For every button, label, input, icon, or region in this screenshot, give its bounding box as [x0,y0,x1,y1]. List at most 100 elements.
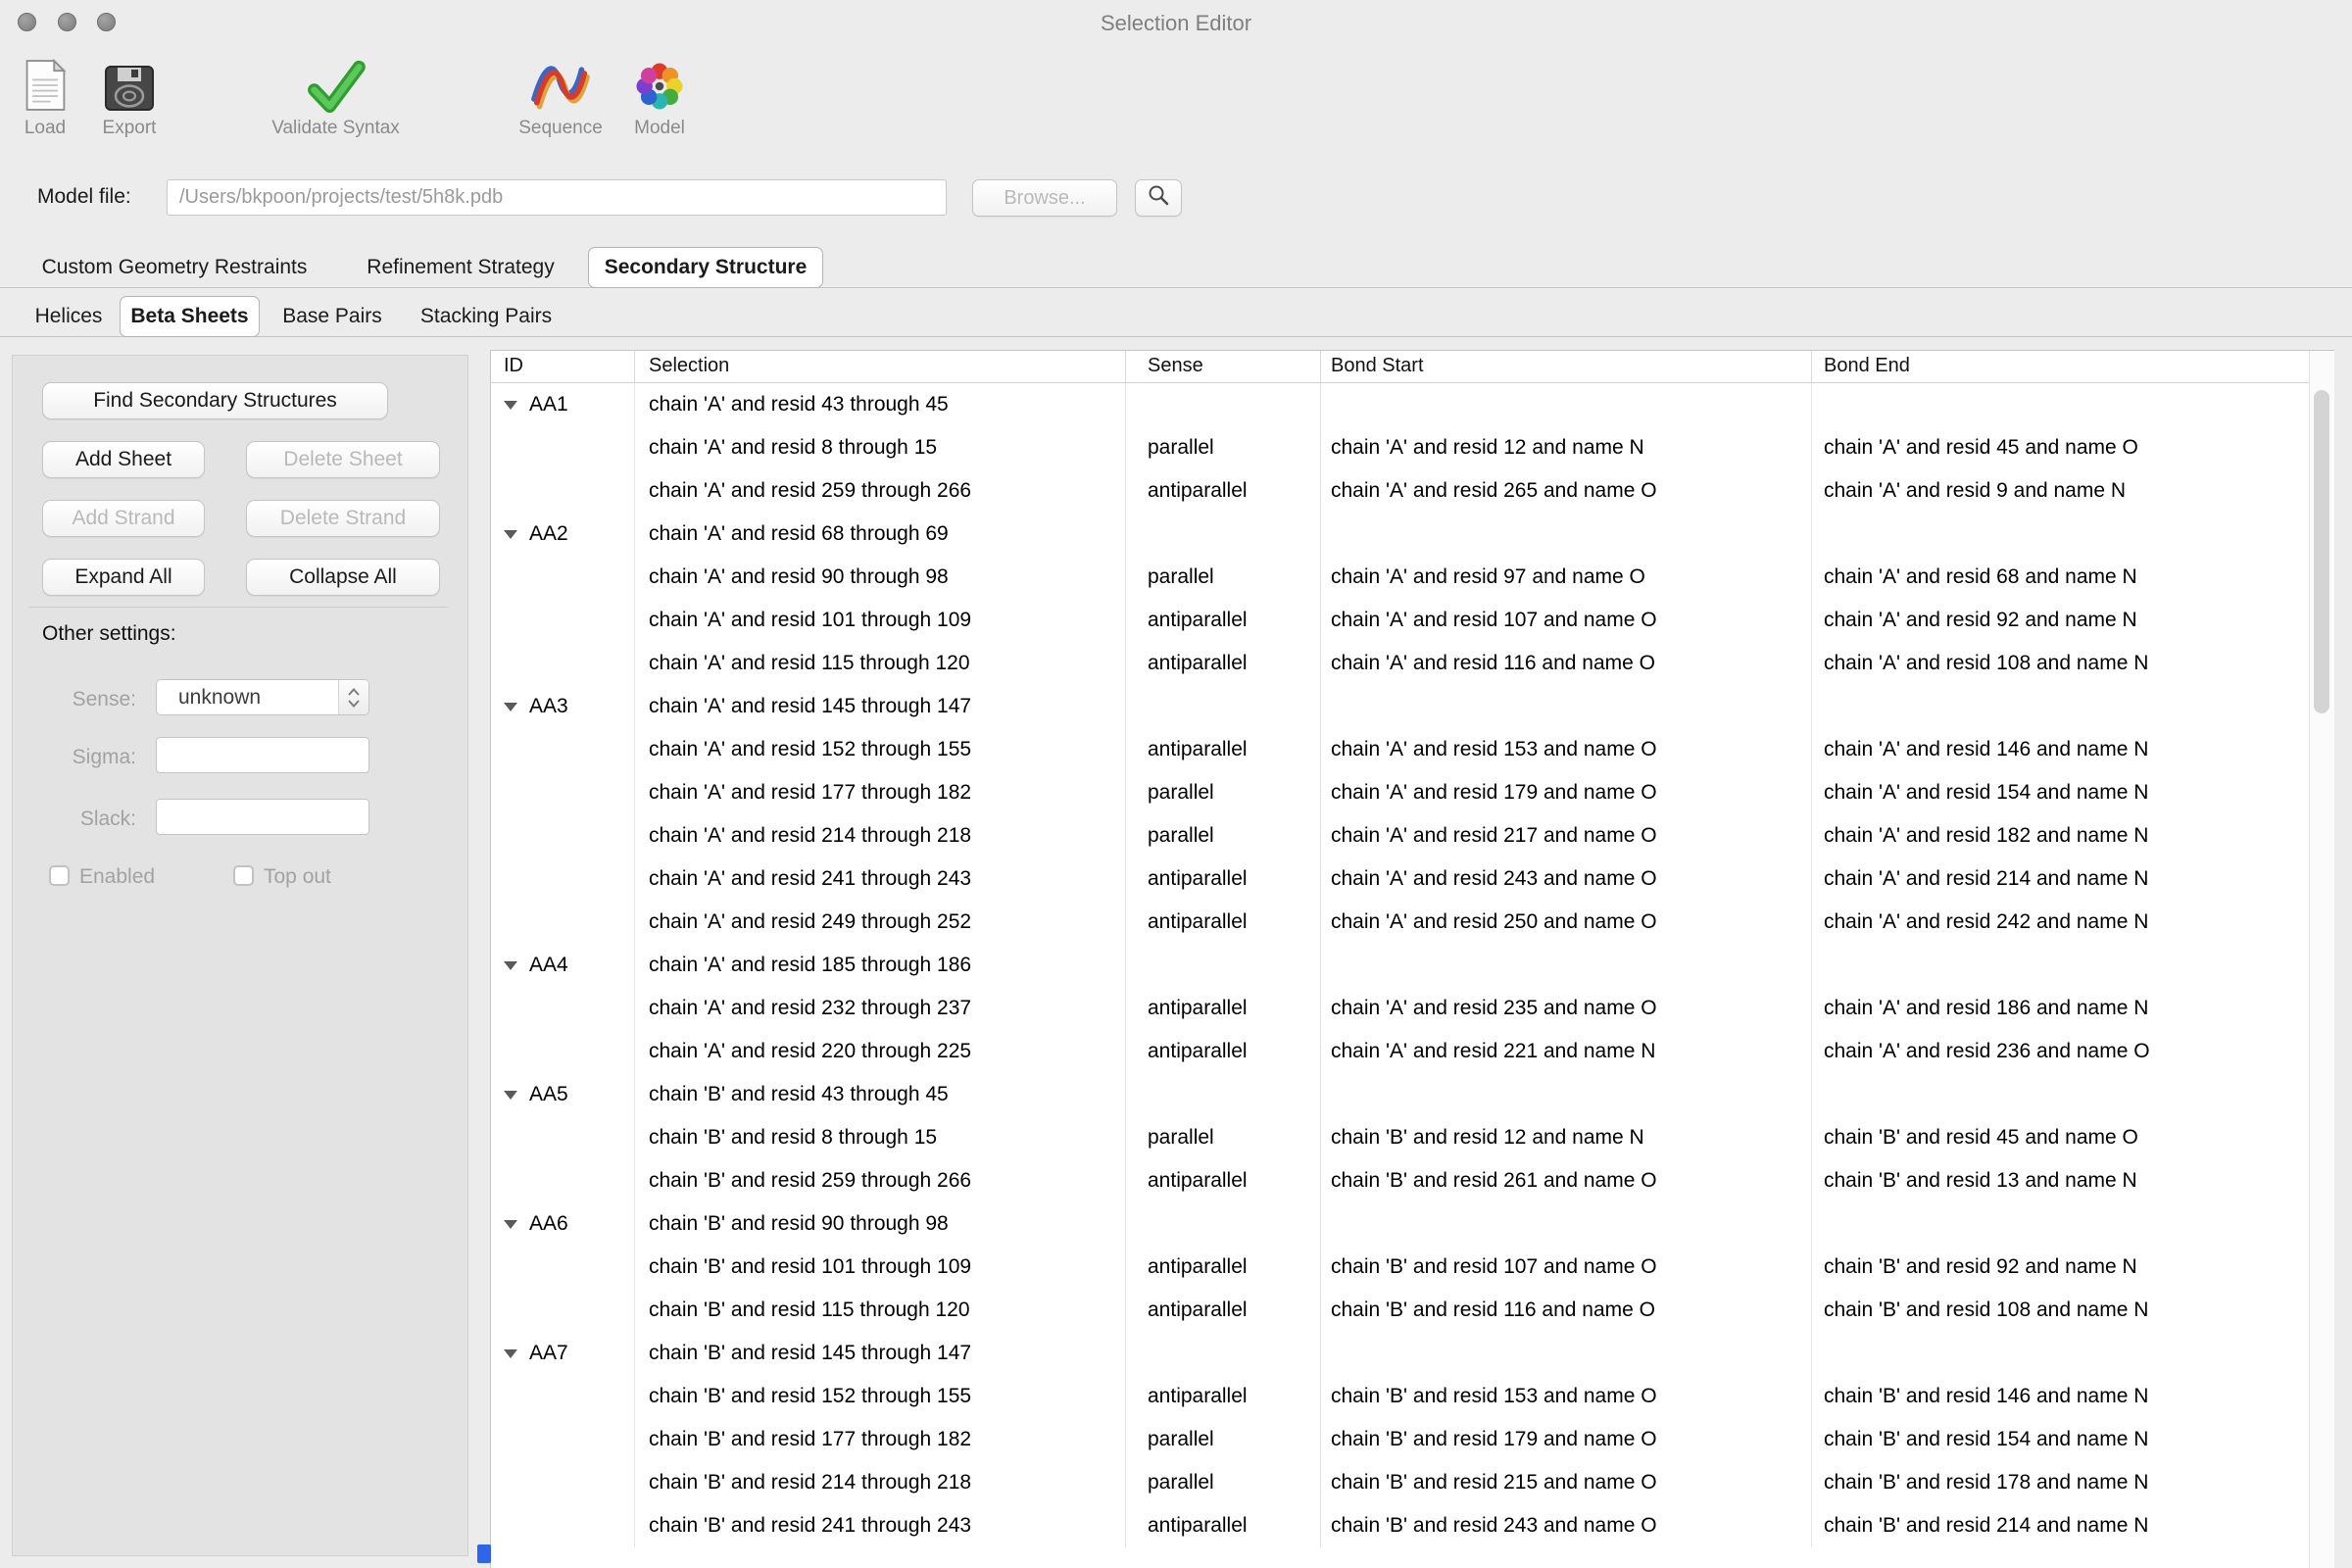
sheet-group-row[interactable]: AA5 chain 'B' and resid 43 through 45 [491,1073,2310,1116]
column-header-selection[interactable]: Selection [635,351,1126,382]
strand-row[interactable]: chain 'B' and resid 115 through 120 anti… [491,1289,2310,1332]
cell-sense: antiparallel [1126,728,1321,771]
tab-helices[interactable]: Helices [12,296,125,337]
slack-input[interactable] [156,799,369,835]
strand-row[interactable]: chain 'B' and resid 101 through 109 anti… [491,1246,2310,1289]
sheet-group-row[interactable]: AA2 chain 'A' and resid 68 through 69 [491,513,2310,556]
strand-row[interactable]: chain 'A' and resid 249 through 252 anti… [491,901,2310,944]
cell-sense: antiparallel [1126,1504,1321,1547]
cell-id [491,1159,635,1202]
cell-id: AA7 [491,1332,635,1375]
load-button[interactable]: Load [8,49,82,139]
tab-secondary-structure[interactable]: Secondary Structure [588,247,823,288]
export-disk-icon [88,49,171,114]
model-button[interactable]: Model [612,49,708,139]
cell-bond-end: chain 'A' and resid 68 and name N [1812,556,2310,599]
cell-bond-end: chain 'B' and resid 154 and name N [1812,1418,2310,1461]
tab-refinement-strategy[interactable]: Refinement Strategy [345,247,576,288]
cell-sense: antiparallel [1126,1159,1321,1202]
column-header-bond-end[interactable]: Bond End [1812,351,2310,382]
cell-id [491,771,635,814]
strand-row[interactable]: chain 'A' and resid 220 through 225 anti… [491,1030,2310,1073]
enabled-checkbox[interactable] [49,865,70,886]
strand-row[interactable]: chain 'A' and resid 241 through 243 anti… [491,858,2310,901]
export-button[interactable]: Export [88,49,171,139]
add-strand-button[interactable]: Add Strand [42,500,205,537]
cell-bond-start: chain 'B' and resid 153 and name O [1321,1375,1812,1418]
cell-id: AA2 [491,513,635,556]
strand-row[interactable]: chain 'A' and resid 152 through 155 anti… [491,728,2310,771]
disclosure-triangle-icon[interactable] [504,530,517,539]
load-document-icon [8,49,82,114]
sheet-group-row[interactable]: AA6 chain 'B' and resid 90 through 98 [491,1202,2310,1246]
disclosure-triangle-icon[interactable] [504,961,517,970]
strand-row[interactable]: chain 'A' and resid 101 through 109 anti… [491,599,2310,642]
strand-row[interactable]: chain 'B' and resid 241 through 243 anti… [491,1504,2310,1547]
cell-selection: chain 'A' and resid 152 through 155 [635,728,1126,771]
validate-syntax-button[interactable]: Validate Syntax [250,49,421,139]
disclosure-triangle-icon[interactable] [504,1349,517,1358]
sheet-group-row[interactable]: AA7 chain 'B' and resid 145 through 147 [491,1332,2310,1375]
green-checkmark-icon [250,49,421,114]
slack-label: Slack: [30,808,136,831]
find-secondary-structures-button[interactable]: Find Secondary Structures [42,382,388,419]
column-header-id[interactable]: ID [491,351,635,382]
cell-bond-start: chain 'A' and resid 250 and name O [1321,901,1812,944]
tab-base-pairs[interactable]: Base Pairs [271,296,393,337]
strand-row[interactable]: chain 'A' and resid 8 through 15 paralle… [491,426,2310,469]
sigma-input[interactable] [156,737,369,773]
delete-strand-button[interactable]: Delete Strand [246,500,440,537]
disclosure-triangle-icon[interactable] [504,1220,517,1229]
cell-bond-end: chain 'A' and resid 186 and name N [1812,987,2310,1030]
sense-select[interactable]: unknown [156,679,369,715]
column-header-bond-start[interactable]: Bond Start [1321,351,1812,382]
strand-row[interactable]: chain 'B' and resid 8 through 15 paralle… [491,1116,2310,1159]
disclosure-triangle-icon[interactable] [504,1091,517,1100]
cell-bond-start: chain 'A' and resid 12 and name N [1321,426,1812,469]
cell-id: AA1 [491,383,635,426]
stepper-icon[interactable] [338,680,368,714]
cell-id [491,1504,635,1547]
tab-stacking-pairs[interactable]: Stacking Pairs [405,296,567,337]
cell-bond-end [1812,383,2310,426]
strand-row[interactable]: chain 'A' and resid 214 through 218 para… [491,814,2310,858]
cell-bond-start [1321,1073,1812,1116]
cell-selection: chain 'A' and resid 185 through 186 [635,944,1126,987]
strand-row[interactable]: chain 'B' and resid 259 through 266 anti… [491,1159,2310,1202]
sheet-group-row[interactable]: AA1 chain 'A' and resid 43 through 45 [491,383,2310,426]
delete-sheet-button[interactable]: Delete Sheet [246,441,440,478]
strand-row[interactable]: chain 'A' and resid 90 through 98 parall… [491,556,2310,599]
column-header-sense[interactable]: Sense [1126,351,1321,382]
strand-row[interactable]: chain 'B' and resid 177 through 182 para… [491,1418,2310,1461]
sheet-id: AA1 [529,383,568,426]
cell-bond-start: chain 'A' and resid 179 and name O [1321,771,1812,814]
cell-selection: chain 'B' and resid 115 through 120 [635,1289,1126,1332]
browse-button[interactable]: Browse... [972,179,1117,217]
cell-sense: antiparallel [1126,987,1321,1030]
strand-row[interactable]: chain 'A' and resid 115 through 120 anti… [491,642,2310,685]
cell-selection: chain 'B' and resid 241 through 243 [635,1504,1126,1547]
sheet-group-row[interactable]: AA4 chain 'A' and resid 185 through 186 [491,944,2310,987]
strand-row[interactable]: chain 'A' and resid 232 through 237 anti… [491,987,2310,1030]
strand-row[interactable]: chain 'B' and resid 152 through 155 anti… [491,1375,2310,1418]
collapse-all-button[interactable]: Collapse All [246,559,440,596]
beta-sheets-table: ID Selection Sense Bond Start Bond End A… [490,350,2334,1568]
sheet-group-row[interactable]: AA3 chain 'A' and resid 145 through 147 [491,685,2310,728]
expand-all-button[interactable]: Expand All [42,559,205,596]
strand-row[interactable]: chain 'A' and resid 259 through 266 anti… [491,469,2310,513]
scrollbar-thumb[interactable] [2314,390,2329,713]
cell-id: AA6 [491,1202,635,1246]
top-out-checkbox[interactable] [233,865,254,886]
sequence-button[interactable]: Sequence [498,49,623,139]
strand-row[interactable]: chain 'A' and resid 177 through 182 para… [491,771,2310,814]
table-vertical-scrollbar[interactable] [2309,351,2334,1568]
search-button[interactable] [1135,179,1182,217]
model-file-input[interactable]: /Users/bkpoon/projects/test/5h8k.pdb [167,179,947,216]
disclosure-triangle-icon[interactable] [504,703,517,711]
tab-custom-geometry-restraints[interactable]: Custom Geometry Restraints [14,247,335,288]
cell-sense [1126,1202,1321,1246]
strand-row[interactable]: chain 'B' and resid 214 through 218 para… [491,1461,2310,1504]
disclosure-triangle-icon[interactable] [504,401,517,410]
tab-beta-sheets[interactable]: Beta Sheets [120,296,260,337]
add-sheet-button[interactable]: Add Sheet [42,441,205,478]
